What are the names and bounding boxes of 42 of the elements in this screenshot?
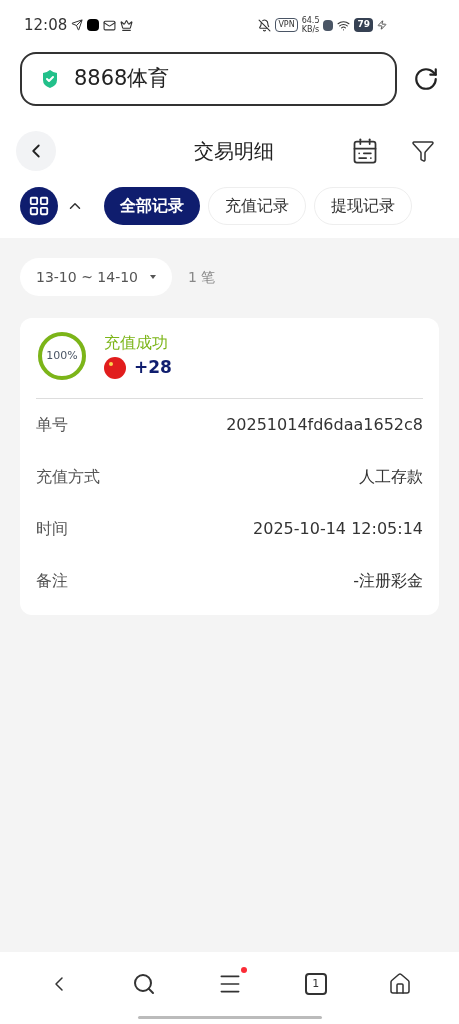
progress-label: 100%: [46, 347, 78, 364]
filter-icon[interactable]: [411, 139, 435, 163]
wifi-icon: [337, 18, 351, 32]
record-tab[interactable]: 充值记录: [208, 187, 306, 225]
record-tab[interactable]: 全部记录: [104, 187, 200, 225]
charging-icon: [377, 20, 387, 30]
record-tab[interactable]: 提现记录: [314, 187, 412, 225]
battery-level: 79: [354, 18, 373, 32]
detail-value: 2025-10-14 12:05:14: [253, 518, 423, 540]
grid-icon: [28, 195, 50, 217]
tabs-button[interactable]: 1: [304, 973, 327, 995]
detail-value: -注册彩金: [353, 570, 423, 592]
detail-label: 单号: [36, 414, 68, 436]
flag-icon: [104, 357, 126, 379]
vpn-badge: VPN: [275, 18, 298, 32]
reload-icon[interactable]: [413, 66, 439, 92]
detail-label: 备注: [36, 570, 68, 592]
amount: +28: [134, 356, 172, 380]
home-icon[interactable]: [388, 972, 413, 996]
progress-ring: [36, 330, 88, 382]
address-field[interactable]: 8868体育: [20, 52, 397, 106]
send-icon: [71, 19, 84, 31]
network-speed: 64.5: [301, 16, 320, 25]
grid-button[interactable]: [20, 187, 58, 225]
detail-value: 人工存款: [359, 466, 423, 488]
crown-icon: [120, 18, 134, 32]
status-text: 充值成功: [104, 332, 169, 355]
detail-label: 充值方式: [36, 466, 100, 488]
detail-value: 20251014fd6daa1652c8: [226, 414, 423, 436]
calendar-icon[interactable]: [351, 137, 379, 165]
status-time: 12:08: [24, 14, 68, 36]
mail-icon: [103, 18, 117, 32]
record-count: 1 笔: [188, 267, 216, 287]
detail-label: 时间: [36, 518, 68, 540]
page-title: 交易明细: [192, 138, 275, 165]
address-value: 8868体育: [74, 65, 170, 93]
speed-unit: KB/s: [301, 25, 320, 34]
search-icon[interactable]: [132, 972, 157, 996]
dropdown-caret-icon: [150, 275, 156, 279]
back-button[interactable]: [16, 131, 56, 171]
bell-off-icon: [258, 18, 272, 32]
date-range-dropdown[interactable]: 13-10 ~ 14-10: [20, 258, 172, 296]
